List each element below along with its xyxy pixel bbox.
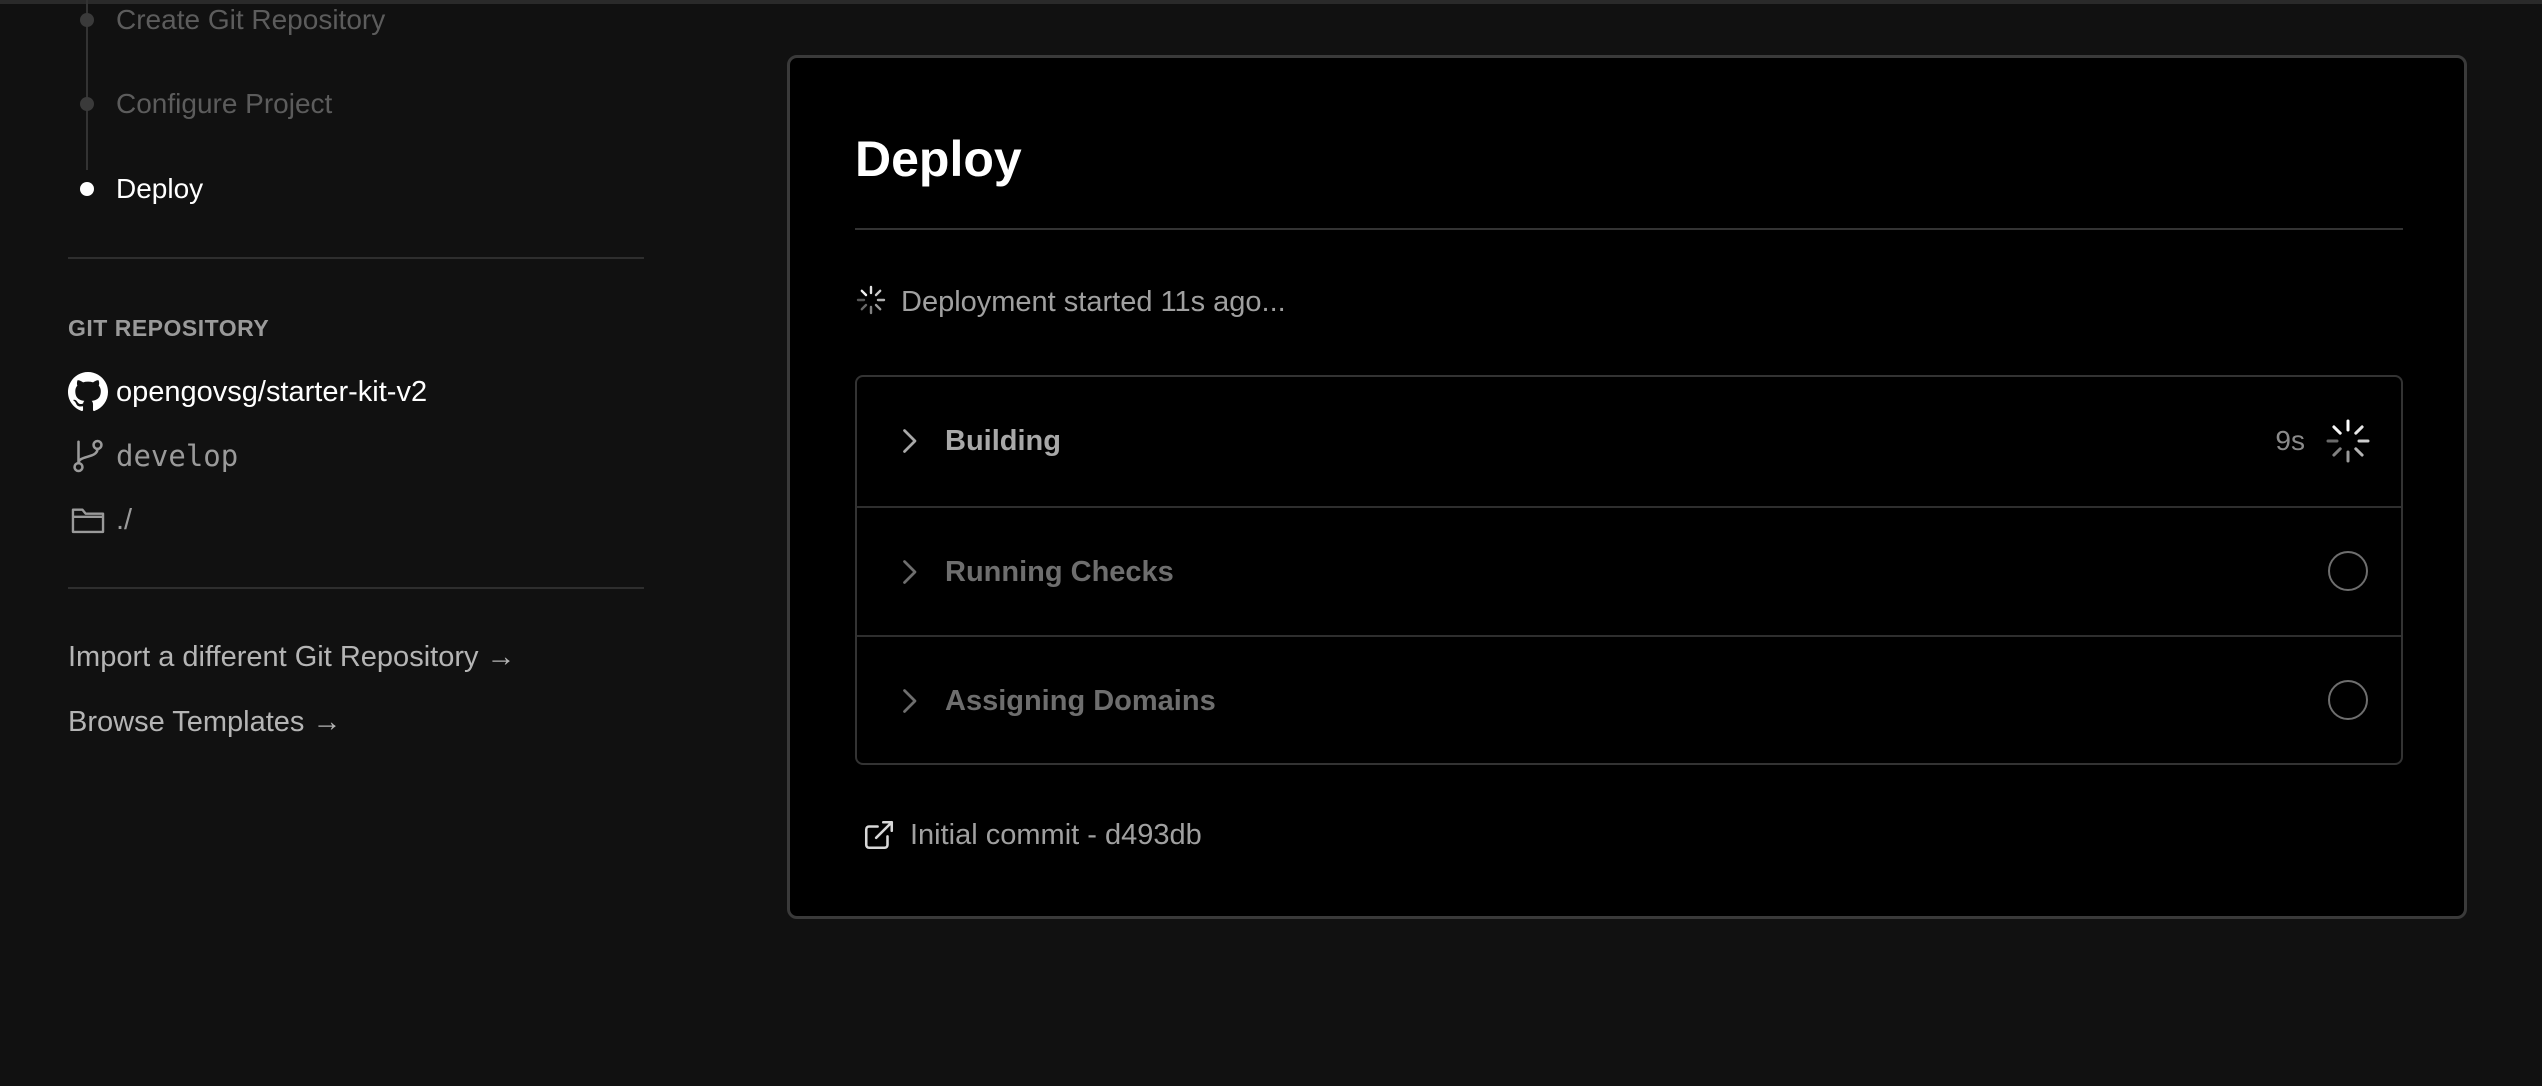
commit-message: Initial commit - d493db <box>910 818 1202 851</box>
stage-duration: 9s <box>2275 425 2305 456</box>
stage-building[interactable]: Building 9s <box>857 377 2401 506</box>
stage-running-checks[interactable]: Running Checks <box>857 506 2401 635</box>
stage-label: Assigning Domains <box>945 685 1216 717</box>
commit-link[interactable]: Initial commit - d493db <box>862 813 1202 857</box>
chevron-right-icon <box>903 689 917 713</box>
git-branch-icon <box>68 436 108 476</box>
sidebar-divider <box>68 587 644 589</box>
step-label: Deploy <box>116 173 204 204</box>
title-divider <box>855 228 2403 230</box>
pending-circle-icon <box>2328 551 2368 591</box>
deployment-status-text: Deployment started 11s ago... <box>901 285 1286 318</box>
import-different-repository-link[interactable]: Import a different Git Repository → <box>68 641 516 674</box>
sidebar-divider <box>68 257 644 259</box>
step-dot <box>80 13 94 27</box>
deployment-status: Deployment started 11s ago... <box>855 280 1286 324</box>
external-link-icon <box>864 820 894 850</box>
step-dot <box>80 97 94 111</box>
git-repository-heading: GIT REPOSITORY <box>68 315 270 341</box>
branch-row: develop <box>68 434 238 478</box>
deployment-stages: Building 9s Running Checks Assigning Dom… <box>855 375 2403 765</box>
chevron-right-icon <box>903 560 917 584</box>
stage-assigning-domains[interactable]: Assigning Domains <box>857 635 2401 763</box>
directory-row: ./ <box>68 498 132 542</box>
page-title: Deploy <box>855 131 1022 187</box>
step-dot-active <box>80 182 94 196</box>
spinner-icon <box>855 284 887 321</box>
step-label: Configure Project <box>116 88 333 119</box>
repository-name-row[interactable]: opengovsg/starter-kit-v2 <box>68 370 427 414</box>
deploy-card: Deploy Deployment started 11s ago... Bui… <box>787 55 2467 919</box>
step-label: Create Git Repository <box>116 4 386 35</box>
browse-templates-link[interactable]: Browse Templates → <box>68 706 341 739</box>
progress-steps: Create Git Repository Configure Project … <box>68 0 668 220</box>
stage-label: Building <box>945 425 1061 457</box>
pending-circle-icon <box>2328 680 2368 720</box>
stage-label: Running Checks <box>945 556 1174 588</box>
root-directory: ./ <box>116 503 133 536</box>
folder-icon <box>68 500 108 540</box>
chevron-right-icon <box>903 429 917 453</box>
repository-name: opengovsg/starter-kit-v2 <box>116 375 428 408</box>
branch-name: develop <box>116 439 239 473</box>
spinner-icon <box>2326 419 2370 463</box>
github-icon <box>68 372 108 412</box>
